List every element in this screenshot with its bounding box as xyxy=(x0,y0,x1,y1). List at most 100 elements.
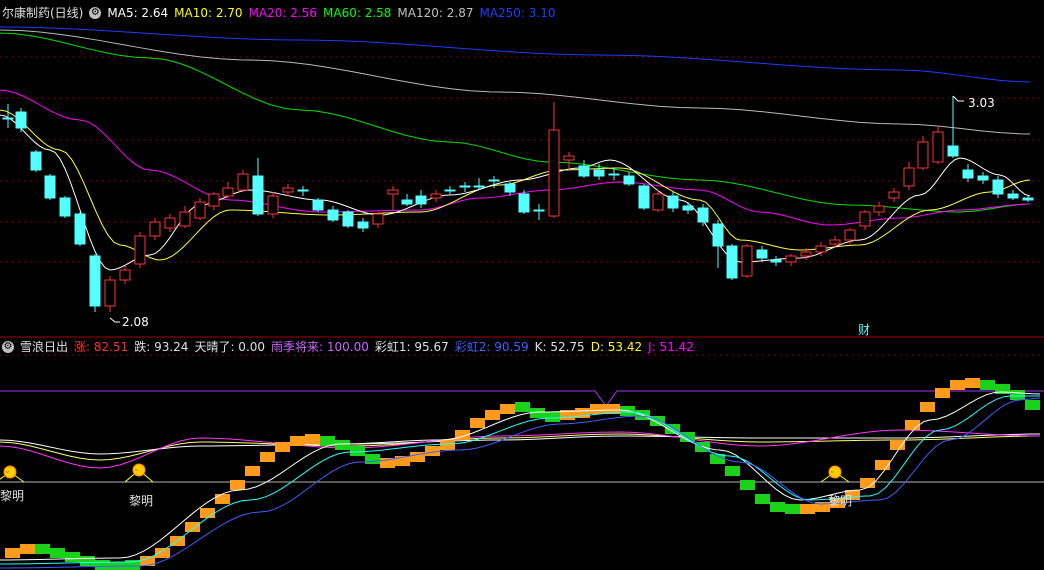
rise-block xyxy=(230,480,245,490)
indicator-legend-item: 彩虹1: 95.67 xyxy=(374,340,449,354)
candle-down xyxy=(1007,193,1019,199)
candle-down xyxy=(697,207,709,223)
candle-up xyxy=(134,235,146,265)
candle-up xyxy=(563,155,575,161)
fall-block xyxy=(740,480,755,490)
stock-title: 尔康制药(日线) xyxy=(2,6,84,20)
candle-down xyxy=(342,211,354,227)
rainbow1b-line xyxy=(0,395,1040,565)
fall-block xyxy=(335,440,350,450)
rise-block xyxy=(425,446,440,456)
candle-down xyxy=(578,165,590,177)
candle-down xyxy=(770,259,782,263)
ma120-line xyxy=(0,29,1031,135)
fall-block xyxy=(755,494,770,504)
rise-block xyxy=(500,404,515,414)
rise-block xyxy=(800,504,815,514)
candle-down xyxy=(518,193,530,213)
rise-block xyxy=(920,402,935,412)
dawn-label: 黎明 xyxy=(0,489,24,503)
rise-block xyxy=(905,420,920,430)
fall-block xyxy=(365,454,380,464)
rise-block xyxy=(440,440,455,450)
smiley-face: ᵕ xyxy=(831,469,834,477)
candle-down xyxy=(667,195,679,209)
candle-down xyxy=(2,117,14,120)
fall-block xyxy=(770,502,785,512)
candle-up xyxy=(237,173,249,191)
rise-block xyxy=(965,378,980,388)
rise-block xyxy=(890,440,905,450)
candle-down xyxy=(59,197,71,217)
ma-legend: MA5: 2.64 MA10: 2.70 MA20: 2.56 MA60: 2.58 M… xyxy=(107,4,561,22)
rainbow1-line xyxy=(0,391,1041,561)
rise-block xyxy=(590,404,605,414)
ma250-line xyxy=(0,26,1031,83)
candle-down xyxy=(312,199,324,211)
fall-block xyxy=(980,380,995,390)
indicator-legend-item: 彩虹2: 90.59 xyxy=(454,340,529,354)
low-price-label: 2.08 xyxy=(122,315,149,329)
fall-block xyxy=(545,412,560,422)
candle-down xyxy=(74,213,86,245)
rise-block xyxy=(935,388,950,398)
ma-legend-item: MA20: 2.56 xyxy=(248,6,317,20)
rise-block xyxy=(485,410,500,420)
indicator-legend-item: K: 52.75 xyxy=(534,340,585,354)
fall-block xyxy=(1010,390,1025,400)
candle-up xyxy=(800,251,812,257)
fall-block xyxy=(1025,400,1040,410)
fall-block xyxy=(35,544,50,554)
candle-up xyxy=(164,217,176,229)
candle-down xyxy=(89,255,101,307)
candle-down xyxy=(357,221,369,229)
settings-icon[interactable]: ⚙ xyxy=(2,341,14,353)
candle-down xyxy=(44,175,56,199)
fall-block xyxy=(50,548,65,558)
ma-legend-item: MA5: 2.64 xyxy=(107,6,169,20)
candle-up xyxy=(548,129,560,217)
candle-up xyxy=(815,245,827,253)
candle-down xyxy=(623,175,635,185)
candle-down xyxy=(962,169,974,179)
candle-up xyxy=(430,193,442,199)
candle-up xyxy=(844,229,856,241)
rise-block xyxy=(245,466,260,476)
indicator-legend-item: 天晴了: 0.00 xyxy=(194,340,266,354)
smiley-face: ᵕ xyxy=(6,469,9,477)
candle-up xyxy=(932,131,944,163)
candle-up xyxy=(785,255,797,263)
ma-legend-item: MA10: 2.70 xyxy=(174,6,243,20)
rise-block xyxy=(470,418,485,428)
indicator-title: 雪浪日出 xyxy=(20,340,69,354)
indicator-legend-item: 涨: 82.51 xyxy=(74,340,129,354)
fall-block xyxy=(515,402,530,412)
candle-up xyxy=(372,213,384,225)
candle-down xyxy=(712,223,724,247)
candle-up xyxy=(208,193,220,207)
rise-block xyxy=(275,442,290,452)
settings-icon[interactable]: ⚙ xyxy=(89,7,102,19)
d-line xyxy=(0,433,1041,455)
candle-down xyxy=(297,189,309,192)
candle-up xyxy=(119,269,131,281)
candle-up xyxy=(903,167,915,187)
rise-block xyxy=(5,548,20,558)
indicator-header: ⚙ 雪浪日出 涨: 82.51 跌: 93.24 天晴了: 0.00 雨季将来: 10… xyxy=(2,338,706,356)
candle-up xyxy=(741,245,753,277)
finance-marker: 财 xyxy=(858,323,870,337)
indicator-legend: 涨: 82.51 跌: 93.24 天晴了: 0.00 雨季将来: 100.00 彩虹1… xyxy=(74,338,700,356)
indicator-legend-item: 雨季将来: 100.00 xyxy=(271,340,369,354)
fall-block xyxy=(350,446,365,456)
candle-down xyxy=(444,189,456,192)
dawn-label: 黎明 xyxy=(129,494,153,508)
indicator-legend-item: J: 51.42 xyxy=(648,340,694,354)
chart-canvas: 3.03 2.08 财 ᵕ 黎明 ᵕ 黎明 ᵕ 黎明 xyxy=(0,26,1044,570)
candle-down xyxy=(415,195,427,205)
candle-up xyxy=(387,189,399,195)
candle-up xyxy=(282,187,294,193)
candle-down xyxy=(977,175,989,181)
candle-down xyxy=(756,249,768,259)
candle-down xyxy=(992,179,1004,195)
candle-up xyxy=(917,141,929,169)
